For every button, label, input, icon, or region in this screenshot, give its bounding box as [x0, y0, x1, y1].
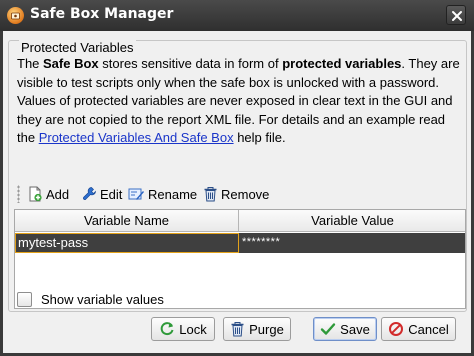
- safe-box-manager-window: Safe Box Manager Protected Variables The…: [0, 0, 474, 356]
- add-document-icon: [29, 186, 42, 202]
- purge-button[interactable]: Purge: [223, 317, 291, 341]
- variables-toolbar: Add Edit Rename Remove: [15, 183, 455, 205]
- remove-button[interactable]: Remove: [203, 183, 269, 205]
- remove-label: Remove: [221, 186, 270, 202]
- add-button[interactable]: Add: [27, 183, 69, 205]
- cancel-button[interactable]: Cancel: [381, 317, 456, 341]
- desc-text-1: The: [17, 56, 44, 71]
- trash-icon: [231, 322, 244, 337]
- dialog-body: Protected Variables The Safe Box stores …: [3, 31, 471, 353]
- title-bar[interactable]: Safe Box Manager: [0, 0, 474, 31]
- edit-button[interactable]: Edit: [81, 183, 122, 205]
- rename-label: Rename: [148, 186, 198, 202]
- add-label: Add: [46, 186, 70, 202]
- table-row[interactable]: mytest-pass ********: [15, 233, 465, 253]
- cancel-icon: [389, 322, 404, 336]
- desc-bold-protected-variables: protected variables: [282, 56, 402, 71]
- variable-value-cell[interactable]: ********: [240, 233, 465, 253]
- refresh-icon: [160, 322, 174, 336]
- lock-button[interactable]: Lock: [151, 317, 215, 341]
- desc-bold-safe-box: Safe Box: [43, 56, 99, 71]
- save-button[interactable]: Save: [313, 317, 377, 341]
- variable-name-cell[interactable]: mytest-pass: [15, 233, 239, 253]
- checkmark-icon: [320, 323, 336, 335]
- desc-text-2: stores sensitive data in form of: [98, 56, 283, 71]
- safe-box-icon: [7, 7, 24, 24]
- lock-label: Lock: [179, 321, 207, 337]
- window-title: Safe Box Manager: [30, 6, 174, 22]
- toolbar-grip[interactable]: [17, 185, 20, 203]
- description-text: The Safe Box stores sensitive data in fo…: [17, 55, 463, 148]
- close-button[interactable]: [446, 5, 466, 25]
- trash-icon: [204, 187, 217, 202]
- group-legend: Protected Variables: [19, 40, 136, 55]
- show-values-option: Show variable values: [17, 290, 164, 308]
- show-values-label[interactable]: Show variable values: [41, 292, 164, 307]
- column-header-variable-value[interactable]: Variable Value: [240, 210, 465, 232]
- show-values-checkbox[interactable]: [17, 291, 32, 307]
- rename-icon: [128, 188, 144, 200]
- wrench-icon: [83, 187, 96, 200]
- help-link[interactable]: Protected Variables And Safe Box: [39, 130, 234, 145]
- cancel-label: Cancel: [408, 321, 449, 337]
- save-label: Save: [340, 321, 370, 337]
- edit-label: Edit: [100, 186, 123, 202]
- close-icon: [452, 11, 462, 21]
- table-header: Variable Name Variable Value: [15, 210, 465, 232]
- desc-text-4: help file.: [233, 130, 286, 146]
- purge-label: Purge: [249, 321, 284, 337]
- column-header-variable-name[interactable]: Variable Name: [15, 210, 239, 232]
- rename-button[interactable]: Rename: [128, 183, 197, 205]
